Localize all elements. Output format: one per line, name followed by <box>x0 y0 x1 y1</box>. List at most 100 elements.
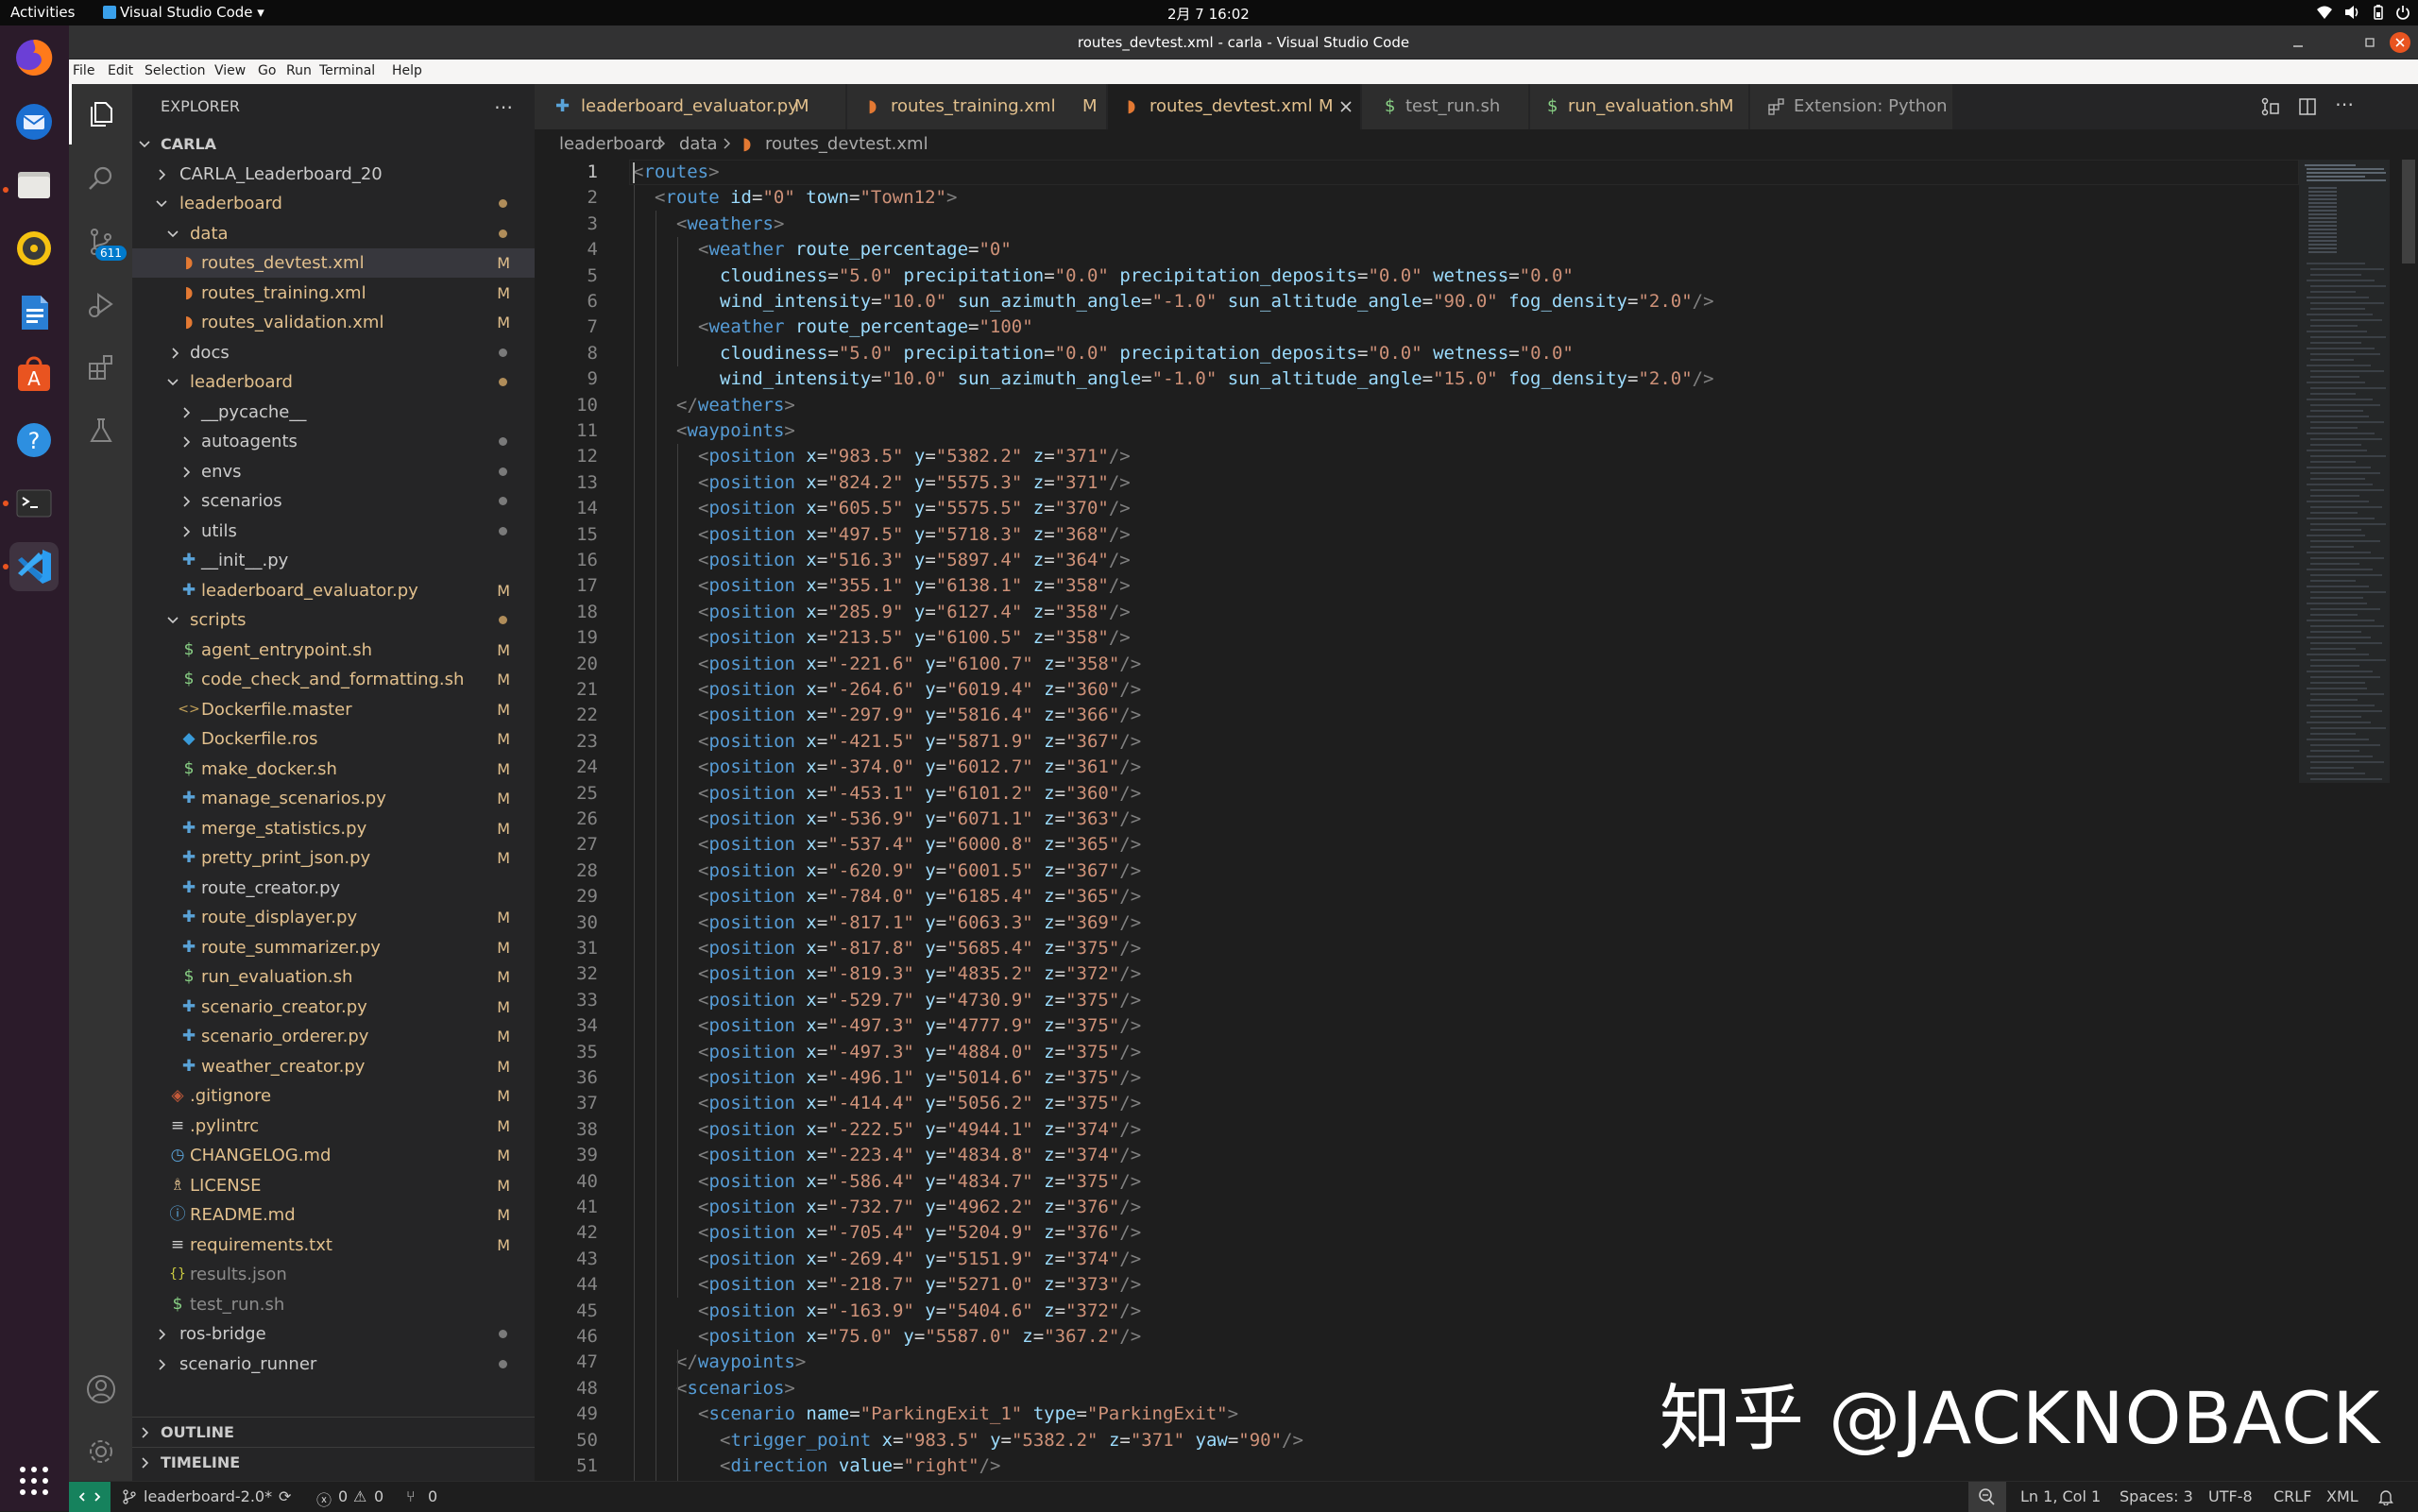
tab-leaderboard-evaluator[interactable]: ✚ leaderboard_evaluator.py M <box>535 84 846 129</box>
testing-activity[interactable] <box>69 400 132 461</box>
code-line[interactable]: <weather route_percentage="0" <box>698 237 1012 263</box>
tree-file[interactable]: $ make_docker.sh M <box>132 755 535 784</box>
manage-activity[interactable] <box>69 1421 132 1482</box>
tree-folder[interactable]: ros-bridge <box>132 1319 535 1349</box>
code-line[interactable]: <trigger_point x="983.5" y="5382.2" z="3… <box>720 1428 1303 1453</box>
code-line[interactable]: <position x="824.2" y="5575.3" z="371"/> <box>698 470 1131 496</box>
tree-folder[interactable]: data <box>132 219 535 248</box>
tree-file[interactable]: ✚ __init__.py <box>132 546 535 575</box>
tree-file[interactable]: ✚ manage_scenarios.py M <box>132 784 535 813</box>
tree-folder[interactable]: __pycache__ <box>132 398 535 427</box>
code-line[interactable]: <waypoints> <box>676 418 795 444</box>
tree-file[interactable]: ◆ Dockerfile.ros M <box>132 724 535 754</box>
vscode-icon[interactable] <box>9 542 59 591</box>
split-editor-icon[interactable] <box>2297 96 2318 117</box>
remote-indicator[interactable] <box>69 1482 111 1512</box>
code-line[interactable]: <position x="-705.4" y="5204.9" z="376"/… <box>698 1220 1141 1246</box>
branch-name[interactable]: leaderboard-2.0* <box>144 1487 272 1505</box>
maximize-icon[interactable] <box>2360 33 2379 52</box>
sync-icon[interactable]: ⟳ <box>279 1487 291 1505</box>
tab-routes-training[interactable]: ◗ routes_training.xml M <box>847 84 1107 129</box>
code-line[interactable]: </waypoints> <box>676 1350 806 1375</box>
menu-selection[interactable]: Selection <box>145 63 206 78</box>
code-line[interactable]: <position x="213.5" y="6100.5" z="358"/> <box>698 625 1131 651</box>
tree-file[interactable]: ✚ route_summarizer.py M <box>132 933 535 962</box>
zoom-indicator[interactable] <box>1968 1482 2006 1512</box>
indentation[interactable]: Spaces: 3 <box>2120 1487 2193 1505</box>
code-line[interactable]: <position x="355.1" y="6138.1" z="358"/> <box>698 573 1131 599</box>
app-menu[interactable]: Visual Studio Code ▾ <box>103 4 264 21</box>
explorer-activity[interactable] <box>69 84 132 144</box>
code-line[interactable]: <position x="-414.4" y="5056.2" z="375"/… <box>698 1091 1141 1116</box>
code-line[interactable]: <position x="516.3" y="5897.4" z="364"/> <box>698 548 1131 573</box>
tree-folder[interactable]: scenarios <box>132 486 535 516</box>
code-line[interactable]: <position x="-819.3" y="4835.2" z="372"/… <box>698 961 1141 987</box>
cursor-position[interactable]: Ln 1, Col 1 <box>2020 1487 2101 1505</box>
error-count[interactable]: 0 <box>338 1487 348 1505</box>
tree-folder[interactable]: envs <box>132 457 535 486</box>
notifications-icon[interactable] <box>2378 1488 2393 1505</box>
language-mode[interactable]: XML <box>2326 1487 2358 1505</box>
tree-folder[interactable]: scenario_runner <box>132 1350 535 1379</box>
tree-file[interactable]: ✚ merge_statistics.py M <box>132 814 535 843</box>
tree-file[interactable]: ◗ routes_training.xml M <box>132 279 535 308</box>
tree-file[interactable]: ◷ CHANGELOG.md M <box>132 1141 535 1170</box>
code-line[interactable]: <position x="-218.7" y="5271.0" z="373"/… <box>698 1272 1141 1298</box>
code-line[interactable]: <position x="-221.6" y="6100.7" z="358"/… <box>698 652 1141 677</box>
run-debug-activity[interactable] <box>69 275 132 335</box>
workspace-root[interactable]: CARLA <box>132 129 535 159</box>
code-line[interactable]: <position x="605.5" y="5575.5" z="370"/> <box>698 496 1131 521</box>
tree-file[interactable]: ≡ requirements.txt M <box>132 1231 535 1260</box>
tab-routes-devtest[interactable]: ◗ routes_devtest.xml M <box>1108 84 1361 129</box>
code-line[interactable]: <position x="-453.1" y="6101.2" z="360"/… <box>698 781 1141 807</box>
tree-file[interactable]: ✚ weather_creator.py M <box>132 1052 535 1081</box>
end-of-line[interactable]: CRLF <box>2273 1487 2311 1505</box>
more-actions-icon[interactable]: ⋯ <box>494 95 513 118</box>
code-line[interactable]: <position x="-269.4" y="5151.9" z="374"/… <box>698 1247 1141 1272</box>
tree-file[interactable]: {} results.json <box>132 1260 535 1289</box>
menu-terminal[interactable]: Terminal <box>319 63 375 78</box>
tree-file[interactable]: $ code_check_and_formatting.sh M <box>132 665 535 694</box>
code-line[interactable]: <position x="-537.4" y="6000.8" z="365"/… <box>698 832 1141 858</box>
vertical-scrollbar[interactable] <box>2399 160 2418 1481</box>
warning-count[interactable]: 0 <box>374 1487 383 1505</box>
code-line[interactable]: <direction value="right"/> <box>720 1453 1000 1479</box>
tree-file[interactable]: ⓘ README.md M <box>132 1200 535 1230</box>
volume-icon[interactable] <box>2343 5 2360 20</box>
tree-folder[interactable]: scripts <box>132 605 535 635</box>
tree-file[interactable]: $ test_run.sh <box>132 1290 535 1319</box>
close-tab-icon[interactable] <box>1337 97 1355 116</box>
accounts-activity[interactable] <box>69 1359 132 1419</box>
code-line[interactable]: <position x="-586.4" y="4834.7" z="375"/… <box>698 1169 1141 1195</box>
code-line[interactable]: <scenarios> <box>676 1376 795 1402</box>
code-line[interactable]: cloudiness="5.0" precipitation="0.0" pre… <box>720 263 1574 289</box>
thunderbird-icon[interactable] <box>9 97 59 146</box>
minimap[interactable] <box>2299 160 2390 1481</box>
code-editor[interactable]: 1 2 3 4 5 6 7 8 9 10 11 12 13 14 15 16 17 18 19 20 21 22 23 24 2… <box>535 160 2418 1482</box>
tab-test-run[interactable]: $ test_run.sh <box>1362 84 1529 129</box>
menu-help[interactable]: Help <box>392 63 422 78</box>
code-line[interactable]: <position x="-529.7" y="4730.9" z="375"/… <box>698 988 1141 1013</box>
code-line[interactable]: <position x="983.5" y="5382.2" z="371"/> <box>698 444 1131 469</box>
code-line[interactable]: <position x="-817.1" y="6063.3" z="369"/… <box>698 910 1141 936</box>
tree-folder[interactable]: autoagents <box>132 427 535 456</box>
tree-file[interactable]: ✚ scenario_creator.py M <box>132 993 535 1022</box>
ports-icon[interactable]: ⑂ <box>406 1487 416 1505</box>
tree-file[interactable]: ✚ route_creator.py <box>132 874 535 903</box>
files-icon[interactable] <box>9 161 59 210</box>
tree-folder[interactable]: utils <box>132 517 535 546</box>
tree-file[interactable]: ◈ .gitignore M <box>132 1081 535 1111</box>
firefox-icon[interactable] <box>9 33 59 82</box>
breadcrumb-item[interactable]: data <box>679 134 718 154</box>
tree-file-selected[interactable]: ◗ routes_devtest.xml M <box>132 248 535 278</box>
more-actions-icon[interactable]: ⋯ <box>2335 93 2354 115</box>
tree-folder[interactable]: leaderboard <box>132 367 535 397</box>
menu-run[interactable]: Run <box>286 63 312 78</box>
tree-file[interactable]: ≡ .pylintrc M <box>132 1112 535 1141</box>
error-icon[interactable]: ⓧ <box>316 1487 332 1510</box>
timeline-section[interactable]: TIMELINE <box>132 1447 535 1477</box>
tree-folder[interactable]: leaderboard <box>132 189 535 218</box>
show-apps-icon[interactable] <box>9 1456 59 1505</box>
software-center-icon[interactable]: A <box>9 351 59 400</box>
extensions-activity[interactable] <box>69 337 132 398</box>
